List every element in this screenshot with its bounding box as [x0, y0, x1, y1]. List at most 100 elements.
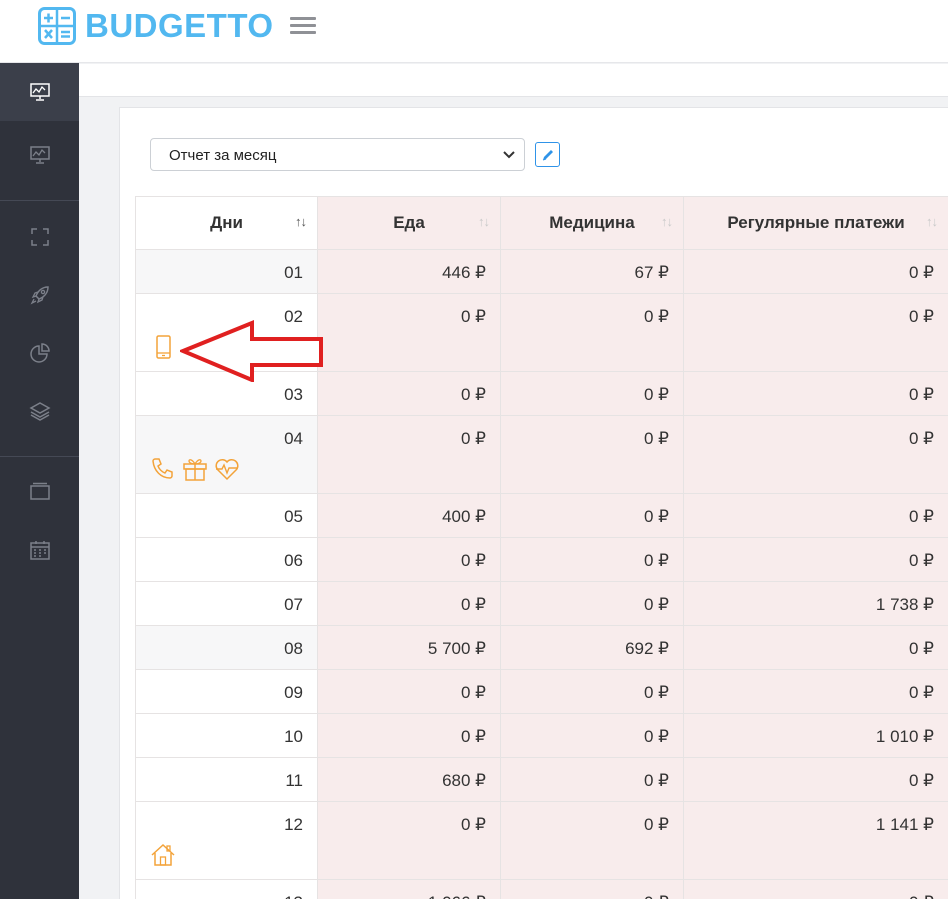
food-cell: 0 ₽	[317, 371, 501, 416]
sort-icon[interactable]: ↑↓	[478, 214, 490, 229]
day-icons	[150, 842, 176, 873]
day-cell: 05	[135, 493, 318, 538]
food-cell: 400 ₽	[317, 493, 501, 538]
medicine-cell: 0 ₽	[500, 581, 684, 626]
day-number: 05	[284, 507, 303, 526]
medicine-cell: 692 ₽	[500, 625, 684, 670]
day-cell: 01	[135, 249, 318, 294]
sidebar-item-reports[interactable]	[0, 126, 79, 184]
regular-payments-cell: 0 ₽	[683, 249, 948, 294]
column-header-label: Медицина	[549, 213, 635, 232]
sort-icon[interactable]: ↑↓	[295, 214, 307, 229]
table-row: 01 446 ₽67 ₽0 ₽	[135, 249, 948, 294]
layers-icon	[28, 402, 51, 421]
sidebar-divider	[0, 456, 79, 457]
day-cell: 04	[135, 415, 318, 494]
day-number: 12	[284, 815, 303, 834]
column-header-medicine[interactable]: Медицина ↑↓	[500, 196, 684, 250]
regular-payments-cell: 1 141 ₽	[683, 801, 948, 880]
rocket-icon	[30, 286, 49, 305]
column-header-label: Дни	[210, 213, 243, 232]
home-icon[interactable]	[150, 842, 176, 873]
day-cell: 08	[135, 625, 318, 670]
medicine-cell: 0 ₽	[500, 293, 684, 372]
day-icons	[150, 334, 176, 365]
medicine-cell: 0 ₽	[500, 415, 684, 494]
phone-icon[interactable]	[150, 334, 176, 365]
day-number: 03	[284, 385, 303, 404]
column-header-days[interactable]: Дни ↑↓	[135, 196, 318, 250]
day-cell: 07	[135, 581, 318, 626]
day-number: 07	[284, 595, 303, 614]
presentation-chart-icon	[29, 83, 50, 101]
regular-payments-cell: 0 ₽	[683, 293, 948, 372]
day-number: 08	[284, 639, 303, 658]
gift-icon[interactable]	[182, 456, 208, 487]
regular-payments-cell: 0 ₽	[683, 537, 948, 582]
sidebar-item-statistics[interactable]	[0, 324, 79, 382]
logo[interactable]: BUDGETTO	[38, 7, 274, 45]
sidebar-item-categories[interactable]	[0, 382, 79, 440]
column-header-label: Регулярные платежи	[727, 213, 905, 232]
pie-chart-icon	[29, 343, 50, 363]
day-number: 09	[284, 683, 303, 702]
sidebar-divider	[0, 200, 79, 201]
chevron-down-icon	[503, 151, 515, 159]
regular-payments-cell: 0 ₽	[683, 371, 948, 416]
medicine-cell: 0 ₽	[500, 713, 684, 758]
food-cell: 0 ₽	[317, 415, 501, 494]
medicine-cell: 0 ₽	[500, 493, 684, 538]
medicine-cell: 0 ₽	[500, 801, 684, 880]
red-arrow-annotation	[180, 320, 323, 382]
call-icon[interactable]	[150, 456, 176, 487]
food-cell: 0 ₽	[317, 537, 501, 582]
day-number: 11	[285, 771, 303, 790]
food-cell: 0 ₽	[317, 293, 501, 372]
day-icons	[150, 456, 240, 487]
column-header-regular-payments[interactable]: Регулярные платежи ↑↓	[683, 196, 948, 250]
regular-payments-cell: 0 ₽	[683, 879, 948, 899]
day-number: 10	[284, 727, 303, 746]
sidebar	[0, 63, 79, 899]
food-cell: 0 ₽	[317, 669, 501, 714]
regular-payments-cell: 0 ₽	[683, 669, 948, 714]
sidebar-item-calendar[interactable]	[0, 521, 79, 579]
sidebar-item-accounts[interactable]	[0, 462, 79, 520]
edit-report-button[interactable]	[535, 142, 560, 167]
day-cell: 12	[135, 801, 318, 880]
medicine-cell: 0 ₽	[500, 669, 684, 714]
report-table: Дни ↑↓ Еда ↑↓ Медицина ↑↓ Регулярные платеж…	[135, 196, 948, 899]
table-row: 05 400 ₽0 ₽0 ₽	[135, 493, 948, 538]
medicine-cell: 0 ₽	[500, 879, 684, 899]
sort-icon[interactable]: ↑↓	[661, 214, 673, 229]
presentation-chart-icon	[29, 146, 50, 164]
food-cell: 446 ₽	[317, 249, 501, 294]
table-row: 07 0 ₽0 ₽1 738 ₽	[135, 581, 948, 626]
food-cell: 5 700 ₽	[317, 625, 501, 670]
table-row: 10 0 ₽0 ₽1 010 ₽	[135, 713, 948, 758]
table-row: 12 0 ₽0 ₽1 141 ₽	[135, 801, 948, 880]
top-bar: BUDGETTO	[0, 0, 948, 63]
calculator-logo-icon	[38, 7, 76, 45]
table-row: 08 5 700 ₽692 ₽0 ₽	[135, 625, 948, 670]
sidebar-item-dashboard[interactable]	[0, 63, 79, 121]
regular-payments-cell: 0 ₽	[683, 625, 948, 670]
sort-icon[interactable]: ↑↓	[926, 214, 938, 229]
brand-name: BUDGETTO	[85, 7, 274, 44]
sidebar-item-goals[interactable]	[0, 266, 79, 324]
day-cell: 10	[135, 713, 318, 758]
report-select[interactable]: Отчет за месяц	[150, 138, 525, 171]
day-number: 01	[284, 263, 303, 282]
fullscreen-icon	[30, 228, 49, 246]
menu-toggle-icon[interactable]	[290, 17, 316, 37]
medicine-cell: 67 ₽	[500, 249, 684, 294]
day-number: 04	[284, 429, 303, 448]
food-cell: 0 ₽	[317, 581, 501, 626]
sidebar-item-fullscreen[interactable]	[0, 208, 79, 266]
heartbeat-icon[interactable]	[214, 456, 240, 487]
column-header-food[interactable]: Еда ↑↓	[317, 196, 501, 250]
day-number: 13	[284, 893, 303, 899]
wallet-icon	[29, 482, 50, 500]
food-cell: 0 ₽	[317, 801, 501, 880]
table-row: 09 0 ₽0 ₽0 ₽	[135, 669, 948, 714]
